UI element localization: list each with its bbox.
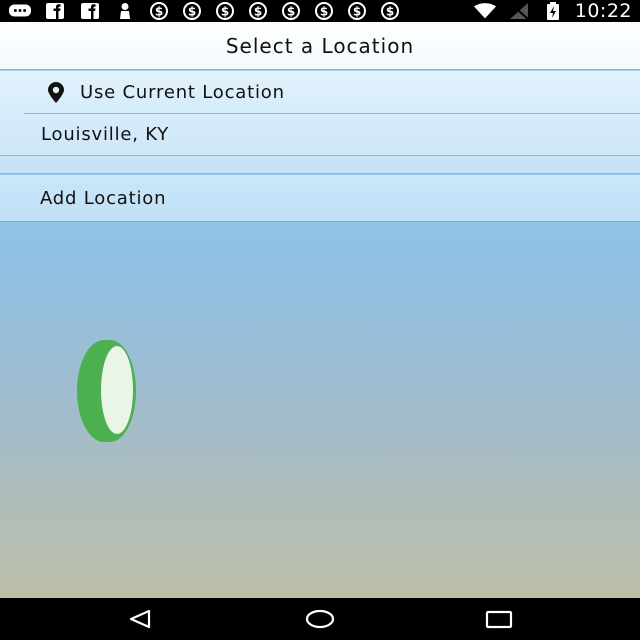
person-icon <box>113 2 137 20</box>
svg-text:$: $ <box>386 5 394 19</box>
facebook-icon <box>78 2 102 20</box>
decorative-disc-icon <box>76 338 138 444</box>
list-item-location[interactable]: Louisville, KY <box>0 114 640 156</box>
svg-text:$: $ <box>320 5 328 19</box>
status-time: 10:22 <box>574 0 632 22</box>
screen: $ $ $ $ $ $ $ $ 10:22 Select a Location … <box>0 0 640 640</box>
add-location-button[interactable]: Add Location <box>0 175 640 222</box>
facebook-icon <box>43 2 67 20</box>
messaging-icon <box>8 2 32 20</box>
wifi-icon <box>473 2 497 20</box>
dollar-icon: $ <box>313 2 335 20</box>
navigation-bar <box>0 598 640 640</box>
cell-signal-off-icon <box>507 2 531 20</box>
list-divider <box>0 156 640 174</box>
dollar-icon: $ <box>280 2 302 20</box>
dollar-icon: $ <box>181 2 203 20</box>
page-title: Select a Location <box>225 33 415 58</box>
add-location-label: Add Location <box>40 187 167 209</box>
use-current-location-label: Use Current Location <box>80 82 285 103</box>
dollar-icon: $ <box>247 2 269 20</box>
dollar-icon: $ <box>379 2 401 20</box>
status-bar: $ $ $ $ $ $ $ $ 10:22 <box>0 0 640 22</box>
location-pin-icon <box>44 81 68 105</box>
svg-text:$: $ <box>155 5 163 19</box>
system-icons: 10:22 <box>473 0 632 22</box>
svg-text:$: $ <box>188 5 196 19</box>
svg-text:$: $ <box>254 5 262 19</box>
home-icon[interactable] <box>305 606 335 632</box>
location-name: Louisville, KY <box>41 124 170 145</box>
back-icon[interactable] <box>125 606 155 632</box>
dollar-icon: $ <box>148 2 170 20</box>
svg-text:$: $ <box>287 5 295 19</box>
svg-text:$: $ <box>353 5 361 19</box>
use-current-location-button[interactable]: Use Current Location <box>0 71 640 114</box>
notification-icons: $ $ $ $ $ $ $ $ <box>8 2 401 20</box>
dollar-icon: $ <box>214 2 236 20</box>
dollar-icon: $ <box>346 2 368 20</box>
app-bar: Select a Location <box>0 22 640 70</box>
recents-icon[interactable] <box>484 606 514 632</box>
battery-charging-icon <box>541 2 565 20</box>
svg-text:$: $ <box>221 5 229 19</box>
